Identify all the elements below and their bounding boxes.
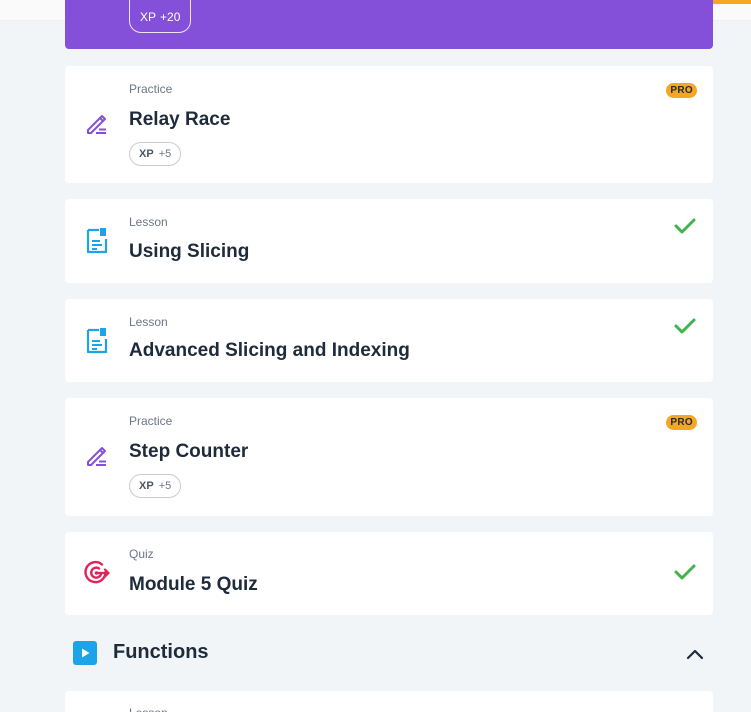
card-title: Relay Race [129,109,231,130]
card-title: Step Counter [129,441,249,462]
card-type: Quiz [129,547,154,561]
card-type: Lesson [129,315,168,329]
check-icon [674,218,696,234]
banner-xp-label: XP [140,10,157,24]
lesson-card-relay-race[interactable]: Practice Relay Race XP +5 PRO [65,66,713,183]
card-type: Practice [129,82,173,96]
banner-xp-value: +20 [160,10,181,24]
pencil-icon [83,110,111,138]
lesson-document-icon [83,227,111,255]
card-type: Lesson [129,215,168,229]
lesson-card-step-counter[interactable]: Practice Step Counter XP +5 PRO [65,398,713,516]
xp-label: XP [139,148,154,160]
check-icon [674,564,696,580]
chevron-up-icon[interactable] [685,644,705,664]
pencil-icon [83,442,111,470]
xp-value: +5 [158,148,172,160]
lesson-document-icon [83,327,111,355]
lesson-card-module-5-quiz[interactable]: Quiz Module 5 Quiz [65,532,713,615]
pro-badge: PRO [666,83,697,98]
xp-label: XP [139,480,154,492]
lesson-card-next[interactable]: Lesson [65,691,713,712]
banner-xp-pill: XP +20 [129,0,192,33]
lesson-card-using-slicing[interactable]: Lesson Using Slicing [65,199,713,283]
lesson-card-advanced-slicing[interactable]: Lesson Advanced Slicing and Indexing [65,299,713,382]
xp-value: +5 [158,480,172,492]
card-title: Using Slicing [129,241,250,262]
xp-pill: XP +5 [129,474,182,498]
module-summary-banner: XP +20 [65,0,713,49]
card-title: Module 5 Quiz [129,574,258,595]
card-type: Practice [129,414,173,428]
play-icon [73,641,97,665]
pro-badge: PRO [666,415,697,430]
section-header-functions[interactable]: Functions [65,636,713,670]
target-icon [83,559,111,587]
card-title: Advanced Slicing and Indexing [129,340,410,361]
xp-pill: XP +5 [129,142,182,166]
card-type: Lesson [129,706,168,712]
section-title: Functions [113,641,209,663]
check-icon [674,318,696,334]
